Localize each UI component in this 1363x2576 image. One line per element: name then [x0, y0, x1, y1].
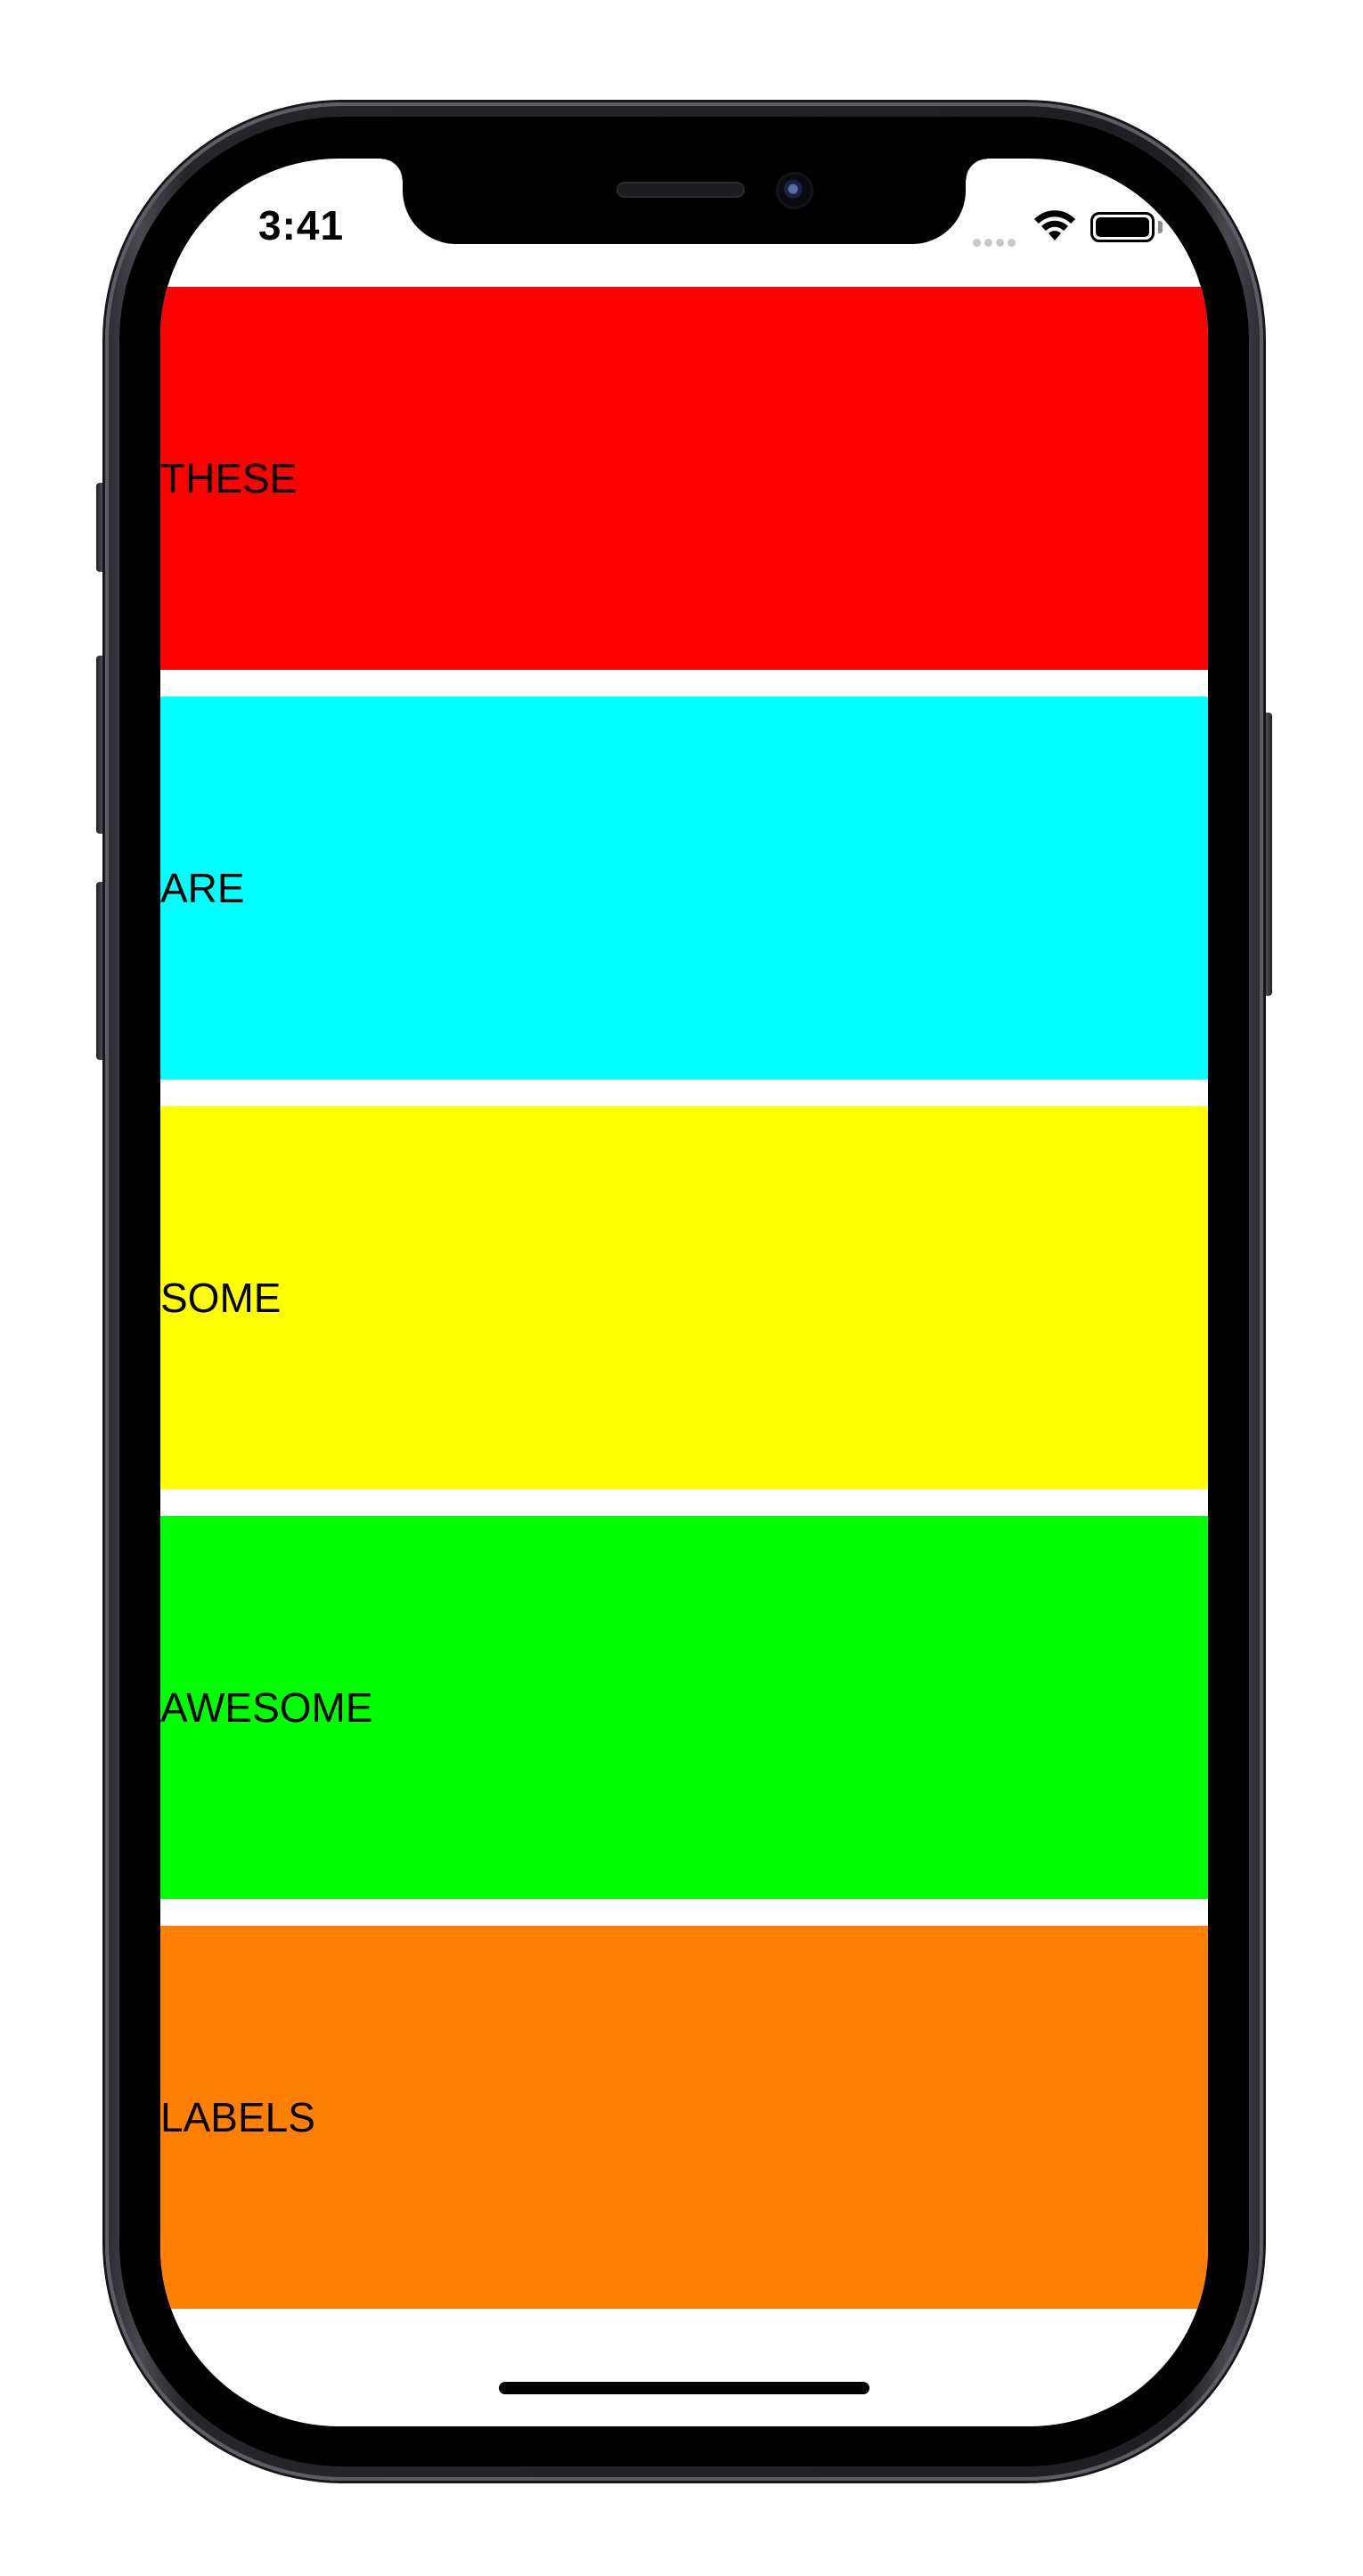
wifi-icon [1034, 210, 1075, 240]
label-text: THESE [160, 455, 298, 501]
battery-level-fill [1096, 217, 1149, 237]
status-bar-time: 3:41 [258, 202, 345, 249]
front-camera-icon [779, 175, 811, 207]
label-list: THESE ARE SOME AWESOME LABELS [160, 287, 1208, 2309]
label-text: LABELS [160, 2094, 315, 2140]
earpiece-speaker [616, 182, 745, 198]
label-text: SOME [160, 1275, 282, 1321]
label-row-these: THESE [160, 287, 1208, 670]
cellular-signal-icon [973, 235, 1021, 247]
label-row-awesome: AWESOME [160, 1516, 1208, 1899]
label-row-labels: LABELS [160, 1926, 1208, 2309]
battery-icon [1090, 212, 1155, 242]
label-row-are: ARE [160, 697, 1208, 1080]
phone-screen: 3:41 THESE ARE SOME AWESOME LABELS [160, 159, 1208, 2426]
label-text: AWESOME [160, 1684, 373, 1731]
label-text: ARE [160, 865, 245, 911]
home-indicator[interactable] [499, 2382, 869, 2394]
battery-cap [1158, 221, 1163, 233]
notch [381, 159, 987, 244]
label-row-some: SOME [160, 1106, 1208, 1489]
